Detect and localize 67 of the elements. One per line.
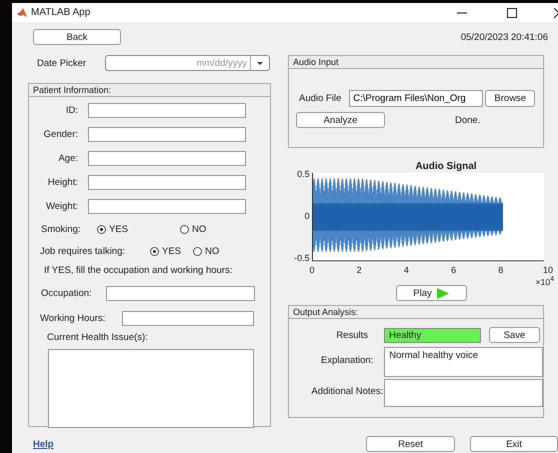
radio-option[interactable]: NO xyxy=(193,246,220,256)
notes-label: Additional Notes: xyxy=(310,386,384,397)
radio-button[interactable] xyxy=(180,224,190,234)
exit-button[interactable]: Exit xyxy=(470,436,558,452)
input-field[interactable] xyxy=(88,175,246,190)
axis-tick-label: -0.5 xyxy=(294,253,310,263)
reset-button[interactable]: Reset xyxy=(366,436,455,452)
radio-button[interactable] xyxy=(150,246,159,256)
axis-tick-label: 0.5 xyxy=(297,169,310,179)
input-field[interactable] xyxy=(88,103,246,118)
axis-exponent-label: ×10$^{4}$ xyxy=(536,276,554,287)
input-field[interactable] xyxy=(88,151,246,166)
health-issues-field[interactable] xyxy=(48,349,254,428)
date-time: 05/20/2023 20:41:06 xyxy=(460,32,548,42)
audio-file-field[interactable]: C:\Program Files\Non_Org xyxy=(349,90,484,107)
panel-title: Output Analysis: xyxy=(289,306,543,319)
save-button[interactable]: Save xyxy=(489,327,540,343)
health-issues-label: Current Health Issue(s): xyxy=(47,332,149,343)
maximize-icon[interactable] xyxy=(507,8,517,18)
instruction-text: If YES, fill the occupation and working hours: xyxy=(44,265,234,276)
field-label: Height: xyxy=(46,177,78,188)
window-title: MATLAB App xyxy=(31,7,90,18)
working-hours-field[interactable] xyxy=(122,311,254,326)
input-field[interactable] xyxy=(88,199,246,214)
axis-tick-label: 8 xyxy=(498,265,504,275)
result-field: Healthy xyxy=(384,328,481,342)
input-field[interactable] xyxy=(88,127,246,142)
app-logo-icon xyxy=(16,6,28,18)
radio-button[interactable] xyxy=(193,246,202,256)
panel-title: Audio Input xyxy=(289,56,543,69)
caret-icon xyxy=(256,60,264,66)
browse-button[interactable]: Browse xyxy=(485,90,536,107)
axis-tick-label: 2 xyxy=(356,265,362,275)
analyze-button[interactable]: Analyze xyxy=(296,112,385,128)
notes-field[interactable] xyxy=(384,379,543,407)
date-picker-label: Date Picker xyxy=(37,58,88,68)
dropdown-button[interactable] xyxy=(251,55,270,71)
field-label: Age: xyxy=(57,153,78,164)
axis-tick-label: 0 xyxy=(304,211,310,221)
occupation-field[interactable] xyxy=(106,286,255,301)
axis-tick-label: 10 xyxy=(543,265,553,275)
explanation-field[interactable]: Normal healthy voice xyxy=(384,347,543,377)
radio-option[interactable]: YES xyxy=(150,246,182,256)
axis-tick-label: 6 xyxy=(451,265,456,275)
axis-tick-label: 4 xyxy=(404,265,409,275)
radio-option[interactable]: YES xyxy=(97,224,128,234)
radio-button[interactable] xyxy=(97,224,106,234)
play-button[interactable]: Play xyxy=(396,285,466,301)
field-label: ID: xyxy=(64,105,78,116)
explanation-label: Explanation: xyxy=(320,355,374,366)
panel-title: Patient Information: xyxy=(29,84,270,97)
field-label: Gender: xyxy=(42,129,78,140)
working-hours-label: Working Hours: xyxy=(40,313,106,324)
smoking-label: Smoking: xyxy=(41,224,82,234)
date-picker-field[interactable]: mm/dd/yyyy xyxy=(105,55,251,71)
axis-tick-label: 0 xyxy=(310,265,314,275)
help-link[interactable]: Help xyxy=(33,438,54,450)
back-button[interactable]: Back xyxy=(33,29,121,45)
field-label: Weight: xyxy=(44,201,78,212)
job-talking-label: Job requires talking: xyxy=(40,246,126,256)
play-icon xyxy=(436,288,449,298)
status-text: Done. xyxy=(455,114,480,126)
radio-option[interactable]: NO xyxy=(180,224,206,234)
chart-title: Audio Signal xyxy=(414,161,478,172)
results-label: Results xyxy=(335,330,368,340)
audio-file-label: Audio File xyxy=(299,93,342,104)
occupation-label: Occupation: xyxy=(41,288,93,299)
